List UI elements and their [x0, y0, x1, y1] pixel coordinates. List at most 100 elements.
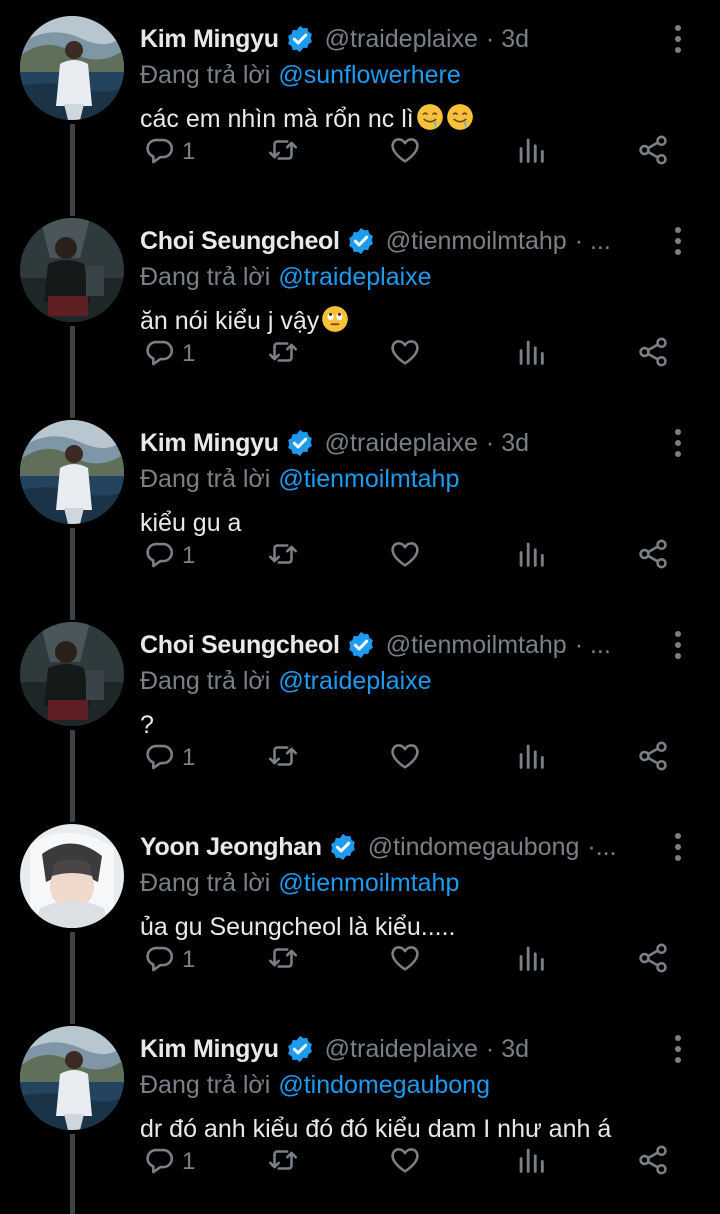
like-button[interactable]: [388, 938, 422, 982]
avatar[interactable]: [20, 16, 124, 120]
share-button[interactable]: [636, 332, 670, 376]
tweet-header: Yoon Jeonghan @tindomegaubong ·...: [140, 828, 656, 866]
user-handle[interactable]: @tienmoilmtahp: [386, 227, 567, 256]
analytics-button[interactable]: [514, 130, 548, 174]
tweet-reply[interactable]: Choi Seungcheol @tienmoilmtahp · ... Đang …: [0, 202, 720, 404]
tweet-text-body: ăn nói kiểu j vậy: [140, 307, 320, 335]
reply-count: 1: [182, 542, 196, 569]
like-button[interactable]: [388, 1140, 422, 1184]
user-handle[interactable]: @tindomegaubong: [368, 833, 580, 862]
replying-to-handle-link[interactable]: @tindomegaubong: [278, 1071, 490, 1099]
tweet-header: Kim Mingyu @traideplaixe · 3d: [140, 424, 656, 462]
retweet-button[interactable]: [266, 938, 300, 982]
retweet-button[interactable]: [266, 1140, 300, 1184]
reply-button[interactable]: 1: [142, 130, 195, 174]
reply-button[interactable]: 1: [142, 1140, 195, 1184]
like-button[interactable]: [388, 332, 422, 376]
tweet-content: Kim Mingyu @traideplaixe · 3d Đang trả lời…: [140, 424, 720, 540]
tweet-content: Choi Seungcheol @tienmoilmtahp · ... Đang …: [140, 626, 720, 742]
heart-icon: [388, 133, 422, 172]
tweet-text-body: kiểu gu a: [140, 509, 242, 537]
more-options-button[interactable]: [666, 224, 690, 258]
speech-bubble-icon: [142, 133, 176, 172]
drooling-face-emoji: [414, 104, 444, 133]
analytics-button[interactable]: [514, 736, 548, 780]
speech-bubble-icon: [142, 941, 176, 980]
avatar[interactable]: [20, 622, 124, 726]
replying-to-handle-link[interactable]: @tienmoilmtahp: [278, 465, 459, 493]
retweet-button[interactable]: [266, 332, 300, 376]
replying-to-label: Đang trả lời: [140, 1071, 271, 1099]
display-name[interactable]: Choi Seungcheol: [140, 227, 340, 256]
display-name[interactable]: Choi Seungcheol: [140, 631, 340, 660]
tweet-reply[interactable]: Choi Seungcheol @tienmoilmtahp · ... Đang …: [0, 606, 720, 808]
replying-to-handle-link[interactable]: @traideplaixe: [278, 263, 431, 291]
avatar[interactable]: [20, 420, 124, 524]
tweet-reply[interactable]: Kim Mingyu @traideplaixe · 3d Đang trả lời…: [0, 1010, 720, 1212]
reply-button[interactable]: 1: [142, 938, 195, 982]
like-button[interactable]: [388, 736, 422, 780]
replying-to-handle-link[interactable]: @traideplaixe: [278, 667, 431, 695]
heart-icon: [388, 1143, 422, 1182]
more-options-button[interactable]: [666, 22, 690, 56]
more-options-button[interactable]: [666, 1032, 690, 1066]
share-button[interactable]: [636, 938, 670, 982]
like-button[interactable]: [388, 534, 422, 578]
analytics-button[interactable]: [514, 1140, 548, 1184]
heart-icon: [388, 941, 422, 980]
more-options-button[interactable]: [666, 830, 690, 864]
bar-chart-icon: [514, 133, 548, 172]
retweet-icon: [266, 537, 300, 576]
tweet-reply[interactable]: Kim Mingyu @traideplaixe · 3d Đang trả lời…: [0, 0, 720, 202]
tweet-action-bar: 1: [140, 332, 700, 376]
tweet-reply[interactable]: Yoon Jeonghan @tindomegaubong ·... Đang tr…: [0, 808, 720, 1010]
bar-chart-icon: [514, 739, 548, 778]
analytics-button[interactable]: [514, 332, 548, 376]
reply-button[interactable]: 1: [142, 534, 195, 578]
replying-to-handle-link[interactable]: @tienmoilmtahp: [278, 869, 459, 897]
tweet-reply[interactable]: Kim Mingyu @traideplaixe · 3d Đang trả lời…: [0, 404, 720, 606]
share-button[interactable]: [636, 534, 670, 578]
avatar[interactable]: [20, 1026, 124, 1130]
share-button[interactable]: [636, 736, 670, 780]
retweet-icon: [266, 1143, 300, 1182]
replying-to-handle-link[interactable]: @sunflowerhere: [278, 61, 460, 89]
user-handle[interactable]: @traideplaixe: [325, 1035, 478, 1064]
heart-icon: [388, 335, 422, 374]
avatar[interactable]: [20, 824, 124, 928]
retweet-button[interactable]: [266, 736, 300, 780]
like-button[interactable]: [388, 130, 422, 174]
bar-chart-icon: [514, 335, 548, 374]
display-name[interactable]: Yoon Jeonghan: [140, 833, 322, 862]
user-handle[interactable]: @traideplaixe: [325, 429, 478, 458]
display-name[interactable]: Kim Mingyu: [140, 429, 279, 458]
speech-bubble-icon: [142, 537, 176, 576]
user-handle[interactable]: @tienmoilmtahp: [386, 631, 567, 660]
retweet-icon: [266, 335, 300, 374]
reply-button[interactable]: 1: [142, 332, 195, 376]
reply-count: 1: [182, 340, 196, 367]
tweet-text-body: dr đó anh kiểu đó đó kiểu dam I như anh …: [140, 1115, 612, 1143]
retweet-icon: [266, 133, 300, 172]
more-options-button[interactable]: [666, 628, 690, 662]
more-options-button[interactable]: [666, 426, 690, 460]
reply-button[interactable]: 1: [142, 736, 195, 780]
tweet-timestamp: · 3d: [485, 428, 530, 457]
analytics-button[interactable]: [514, 534, 548, 578]
display-name[interactable]: Kim Mingyu: [140, 1035, 279, 1064]
avatar[interactable]: [20, 218, 124, 322]
analytics-button[interactable]: [514, 938, 548, 982]
retweet-button[interactable]: [266, 130, 300, 174]
tweet-text-body: các em nhìn mà rổn nc lì: [140, 105, 414, 133]
share-button[interactable]: [636, 130, 670, 174]
reply-count: 1: [182, 138, 196, 165]
tweet-action-bar: 1: [140, 938, 700, 982]
verified-badge-icon: [346, 630, 376, 660]
share-button[interactable]: [636, 1140, 670, 1184]
reply-count: 1: [182, 744, 196, 771]
user-handle[interactable]: @traideplaixe: [325, 25, 478, 54]
display-name[interactable]: Kim Mingyu: [140, 25, 279, 54]
retweet-icon: [266, 739, 300, 778]
reply-thread-feed: Kim Mingyu @traideplaixe · 3d Đang trả lời…: [0, 0, 720, 1214]
retweet-button[interactable]: [266, 534, 300, 578]
